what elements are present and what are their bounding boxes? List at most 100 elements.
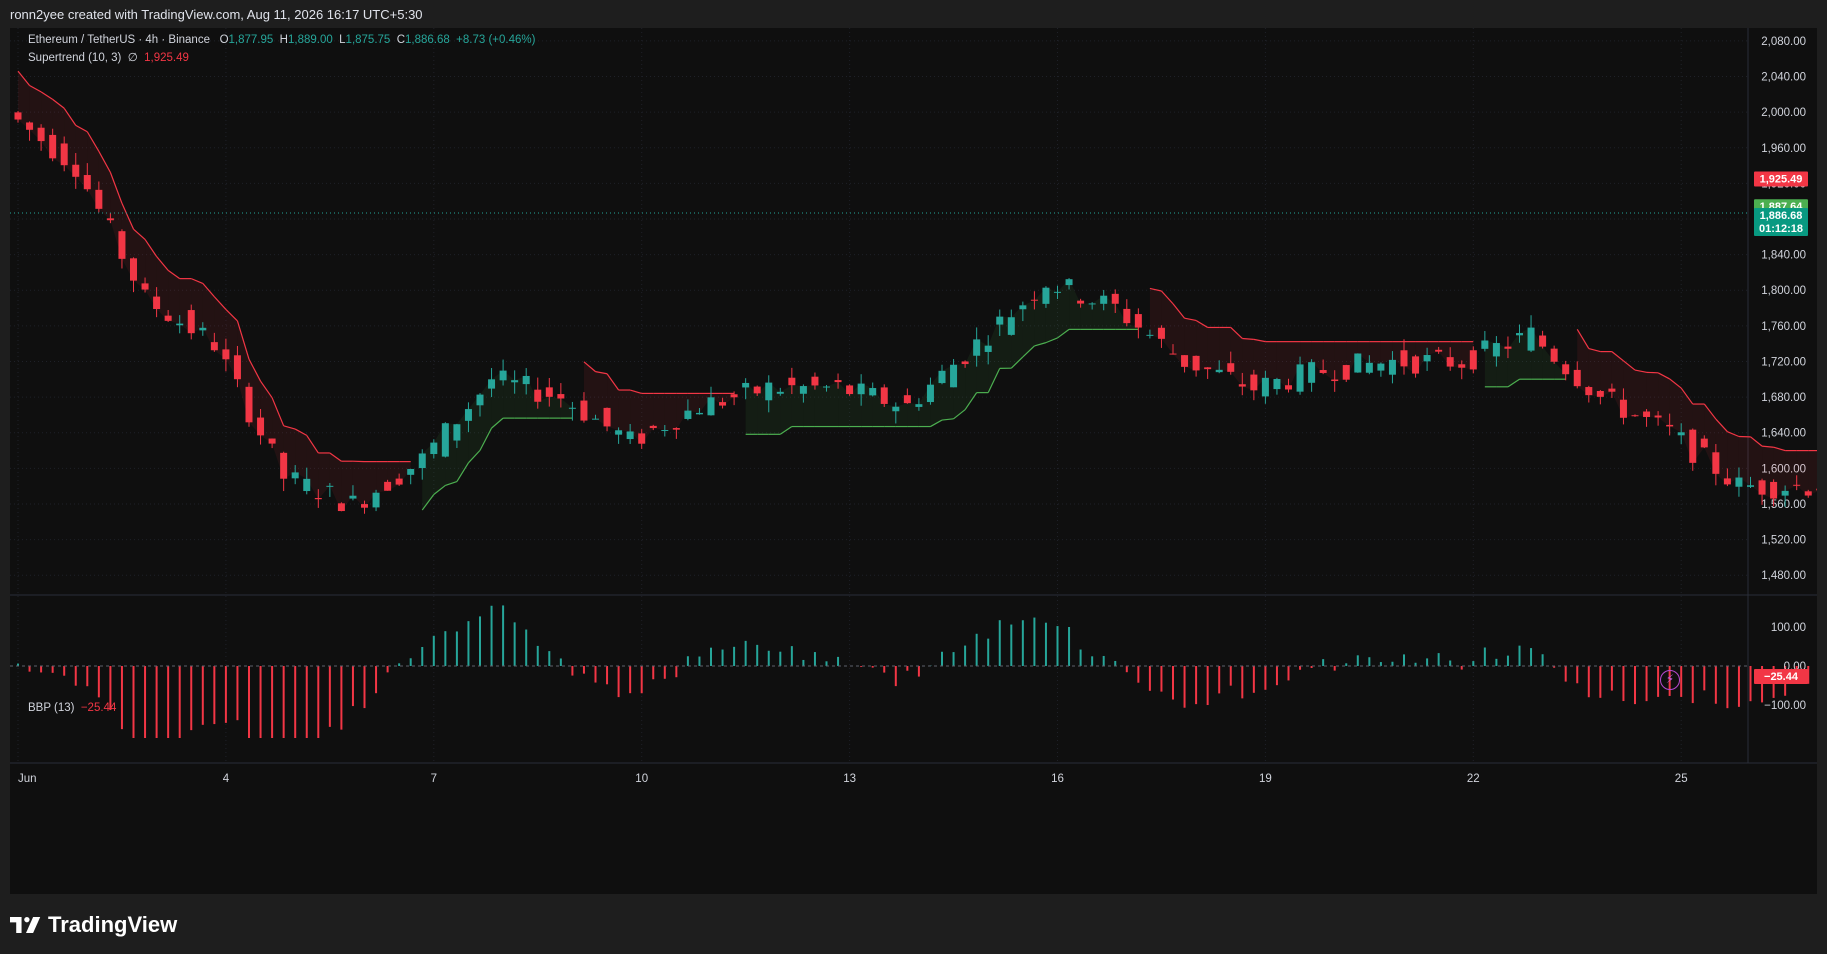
candle-body <box>1527 327 1535 351</box>
bbp-badge-text: −25.44 <box>1764 671 1799 683</box>
supertrend-fill <box>814 385 827 427</box>
price-tick-label: 1,520.00 <box>1761 535 1806 547</box>
candle-body <box>1388 359 1396 375</box>
candle-body <box>1042 287 1050 304</box>
chart-frame[interactable]: 2,080.002,040.002,000.001,960.001,920.00… <box>10 28 1817 894</box>
candle-body <box>83 175 91 190</box>
candle-body <box>765 382 773 401</box>
bbp-legend[interactable]: BBP (13) −25.44 <box>28 702 116 714</box>
candle-body <box>1458 364 1466 368</box>
candle-body <box>1689 429 1697 463</box>
attribution-header: ronn2yee created with TradingView.com, A… <box>0 0 1827 28</box>
candle-body <box>1181 355 1189 367</box>
last-price-badge: 1,886.6801:12:18 <box>1754 208 1808 237</box>
lightning-icon[interactable]: ⚡ <box>1660 670 1680 690</box>
candle-body <box>1007 317 1015 335</box>
candle-body <box>1735 477 1743 487</box>
candle-body <box>1157 327 1165 339</box>
price-tick-label: 2,040.00 <box>1761 72 1806 84</box>
candle-body <box>1550 348 1558 362</box>
candle-body <box>210 342 218 351</box>
candle-body <box>141 283 149 290</box>
candle-body <box>314 498 322 500</box>
candle-body <box>892 406 900 412</box>
candle-body <box>1585 387 1593 396</box>
candle-body <box>984 345 992 352</box>
time-tick-label: 16 <box>1051 773 1064 785</box>
candle-body <box>580 400 588 421</box>
candle-body <box>26 122 34 130</box>
price-tick-label: 2,080.00 <box>1761 36 1806 48</box>
candle-body <box>672 428 680 430</box>
supertrend-fill <box>549 396 561 419</box>
symbol-legend: Ethereum / TetherUS · 4h · Binance O1,87… <box>28 34 535 46</box>
candle-body <box>176 323 184 326</box>
open-value: 1,877.95 <box>228 34 274 46</box>
candle-body <box>187 310 195 334</box>
candle-body <box>1504 346 1512 349</box>
candle-body <box>522 375 530 385</box>
candle-body <box>453 424 461 441</box>
candle-body <box>1319 370 1327 373</box>
candle-body <box>1250 374 1258 391</box>
candle-body <box>349 495 357 499</box>
candle-body <box>1677 432 1685 436</box>
candle-body <box>1054 291 1061 293</box>
candle-body <box>372 492 380 508</box>
candle-body <box>1643 411 1651 417</box>
candle-body <box>603 407 611 427</box>
candle-body <box>1100 295 1108 304</box>
candle-body <box>49 134 57 159</box>
time-tick-label: 7 <box>431 773 437 785</box>
candle-body <box>1377 363 1385 371</box>
candle-body <box>233 355 241 380</box>
price-tick-label: 1,960.00 <box>1761 143 1806 155</box>
candle-body <box>545 387 553 397</box>
candle-body <box>649 425 657 429</box>
candle-body <box>1238 384 1246 387</box>
supertrend-label: Supertrend (10, 3) <box>28 52 122 64</box>
candle-body <box>1654 415 1662 418</box>
price-chart[interactable]: 2,080.002,040.002,000.001,960.001,920.00… <box>10 28 1817 894</box>
candle-body <box>441 423 449 457</box>
candle-body <box>799 386 807 394</box>
candle-body <box>1308 362 1316 383</box>
candle-body <box>153 296 161 310</box>
symbol-name: Ethereum / TetherUS · 4h · Binance <box>28 34 210 46</box>
candle-body <box>199 327 207 331</box>
candle-body <box>1469 350 1477 370</box>
candle-body <box>418 453 426 469</box>
brand-name: TradingView <box>48 912 178 937</box>
candle-body <box>1400 350 1408 367</box>
candle-body <box>973 339 981 356</box>
candle-body <box>557 394 565 399</box>
candle-body <box>1273 379 1281 390</box>
bbp-value: −25.44 <box>80 702 117 714</box>
candle-body <box>1111 293 1119 304</box>
candle-body <box>1747 485 1754 487</box>
candle-body <box>1516 333 1523 336</box>
candle-body <box>37 127 45 142</box>
candle-body <box>1227 363 1235 372</box>
candle-body <box>1770 481 1778 499</box>
supertrend-fill <box>1658 372 1670 427</box>
time-tick-label: 25 <box>1675 773 1688 785</box>
supertrend-badge-text: 1,925.49 <box>1760 173 1803 185</box>
candle-body <box>846 385 854 395</box>
supertrend-fill <box>295 429 307 479</box>
candle-body <box>464 409 472 421</box>
candle-body <box>753 386 761 394</box>
candle-body <box>361 504 368 508</box>
price-tick-label: 1,560.00 <box>1761 499 1806 511</box>
attribution-text: ronn2yee created with TradingView.com, A… <box>10 6 423 22</box>
supertrend-fill <box>1646 372 1659 418</box>
supertrend-fill <box>653 393 665 431</box>
candle-body <box>1146 334 1154 336</box>
high-value: 1,889.00 <box>287 34 333 46</box>
candle-body <box>1793 484 1801 486</box>
supertrend-fill <box>1727 431 1739 485</box>
supertrend-legend[interactable]: Supertrend (10, 3) ∅ 1,925.49 <box>28 50 189 64</box>
candle-body <box>1700 438 1708 448</box>
candle-body <box>938 370 946 384</box>
candle-body <box>511 380 519 383</box>
